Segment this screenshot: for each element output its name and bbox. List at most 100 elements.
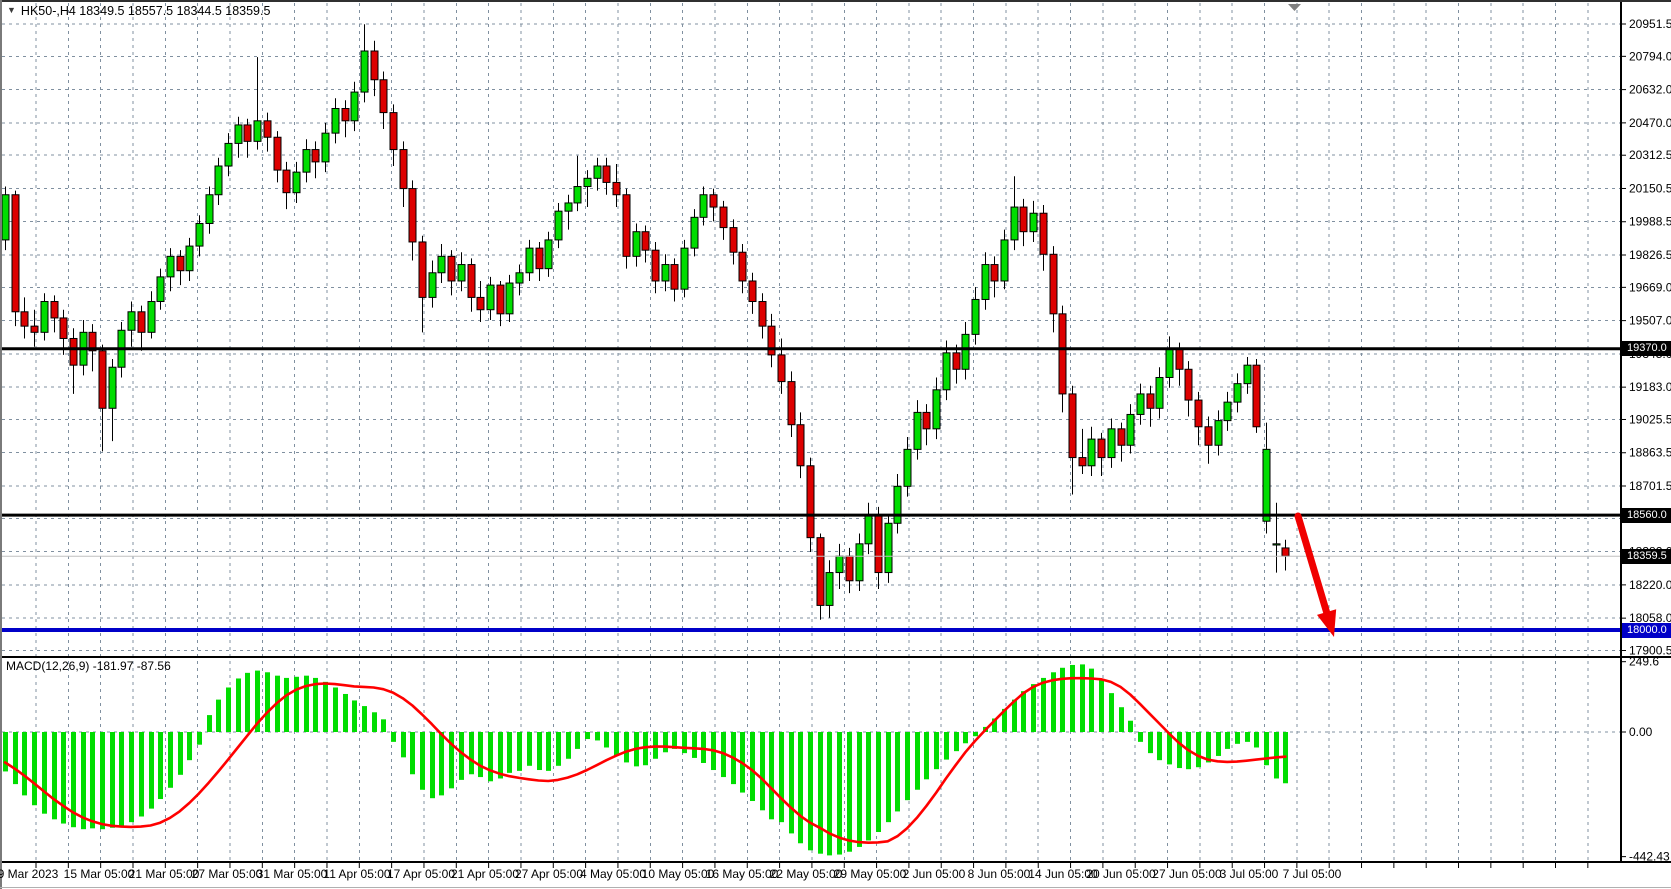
macd-bar xyxy=(1070,665,1075,732)
macd-bar xyxy=(915,732,920,790)
macd-bar xyxy=(352,700,357,732)
macd-bar xyxy=(1099,680,1104,732)
macd-bar xyxy=(973,732,978,736)
candle-body xyxy=(225,143,232,166)
candle-body xyxy=(312,150,319,162)
candle-body xyxy=(380,80,387,113)
macd-bar xyxy=(546,732,551,771)
symbol-dropdown-icon[interactable]: ▼ xyxy=(7,5,16,15)
macd-bar xyxy=(129,732,134,822)
candle-body xyxy=(206,195,213,224)
candle-body xyxy=(720,207,727,228)
candle-body xyxy=(1176,349,1183,370)
candle-body xyxy=(875,515,882,572)
macd-indicator-label: MACD(12,26,9) -181.97 -87.56 xyxy=(6,659,171,673)
macd-bar xyxy=(1128,721,1133,732)
macd-bar xyxy=(207,715,212,732)
candle-body xyxy=(759,302,766,327)
chart-shift-marker-icon[interactable] xyxy=(1288,4,1301,11)
macd-bar xyxy=(963,732,968,743)
candle-body xyxy=(817,538,824,606)
candle-body xyxy=(41,302,48,333)
candle-body xyxy=(943,353,950,390)
candle-body xyxy=(322,133,329,162)
candle-body xyxy=(603,166,610,182)
macd-bar xyxy=(178,732,183,775)
candle-body xyxy=(633,232,640,257)
macd-bar xyxy=(808,732,813,850)
candle-body xyxy=(1108,429,1115,458)
candle-body xyxy=(99,351,106,408)
time-tick-label: 27 Mar 05:00 xyxy=(192,867,263,881)
macd-bar xyxy=(110,732,115,828)
price-tick-label: 20150.5 xyxy=(1629,181,1671,195)
candle-body xyxy=(594,166,601,178)
candle-body xyxy=(1273,544,1280,545)
candle-body xyxy=(2,195,9,240)
price-tick-label: 19669.0 xyxy=(1629,280,1671,294)
price-tick-label: 19826.5 xyxy=(1629,248,1671,262)
time-tick-label: 27 Apr 05:00 xyxy=(515,867,583,881)
macd-bar xyxy=(624,732,629,762)
candle-body xyxy=(1069,394,1076,458)
macd-bar xyxy=(924,732,929,779)
macd-bar xyxy=(595,732,600,740)
macd-bar xyxy=(381,719,386,732)
candle-body xyxy=(244,125,251,141)
macd-tick-label: 0.00 xyxy=(1629,725,1653,739)
candle-body xyxy=(128,312,135,330)
macd-bar xyxy=(119,732,124,826)
macd-bar xyxy=(876,732,881,832)
time-tick-label: 2 Jun 05:00 xyxy=(903,867,966,881)
macd-bar xyxy=(614,732,619,756)
time-axis[interactable]: 9 Mar 202315 Mar 05:0021 Mar 05:0027 Mar… xyxy=(0,863,1588,881)
down-arrow-annotation[interactable] xyxy=(1298,516,1336,637)
price-level-badge-19370: 19370.0 xyxy=(1622,341,1671,356)
price-tick-label: 18220.0 xyxy=(1629,578,1671,592)
candle-body xyxy=(914,412,921,449)
candle-body xyxy=(1244,365,1251,383)
price-axis[interactable]: 20951.520794.020632.020470.020312.520150… xyxy=(1622,17,1671,864)
candle-body xyxy=(497,285,504,314)
candle-body xyxy=(1079,458,1086,466)
macd-bar xyxy=(401,732,406,757)
macd-bar xyxy=(585,732,590,739)
candle-body xyxy=(1098,439,1105,457)
macd-bar xyxy=(1148,732,1153,753)
candle-body xyxy=(991,265,998,281)
price-level-badge-18000: 18000.0 xyxy=(1622,623,1671,638)
macd-bar xyxy=(779,732,784,822)
macd-bar xyxy=(362,706,367,732)
candle-body xyxy=(681,248,688,289)
candle-body xyxy=(749,281,756,302)
macd-bar xyxy=(216,700,221,732)
candle-body xyxy=(894,486,901,523)
candle-body xyxy=(70,338,77,365)
candle-body xyxy=(1156,377,1163,408)
macd-bar xyxy=(478,732,483,777)
macd-bar xyxy=(692,732,697,758)
candle-body xyxy=(196,223,203,246)
candle-body xyxy=(836,556,843,572)
macd-bar xyxy=(818,732,823,854)
candle-body xyxy=(215,166,222,195)
macd-bar xyxy=(52,732,57,819)
time-tick-label: 27 Jun 05:00 xyxy=(1152,867,1222,881)
price-tick-label: 18863.5 xyxy=(1629,446,1671,460)
price-tick-label: 20470.0 xyxy=(1629,116,1671,130)
candle-body xyxy=(953,353,960,369)
candle-body xyxy=(148,302,155,333)
price-tick-label: 20951.5 xyxy=(1629,17,1671,31)
candle-body xyxy=(1030,213,1037,231)
macd-bar xyxy=(1254,732,1259,747)
price-chart-canvas[interactable]: 20951.520794.020632.020470.020312.520150… xyxy=(0,0,1671,889)
candle-body xyxy=(109,367,116,408)
macd-bar xyxy=(323,682,328,732)
macd-bar xyxy=(391,732,396,742)
time-tick-label: 10 May 05:00 xyxy=(642,867,715,881)
candle-body xyxy=(12,195,19,312)
candle-body xyxy=(1011,207,1018,240)
price-tick-label: 19507.0 xyxy=(1629,314,1671,328)
macd-bar xyxy=(139,732,144,817)
candle-body xyxy=(283,170,290,193)
